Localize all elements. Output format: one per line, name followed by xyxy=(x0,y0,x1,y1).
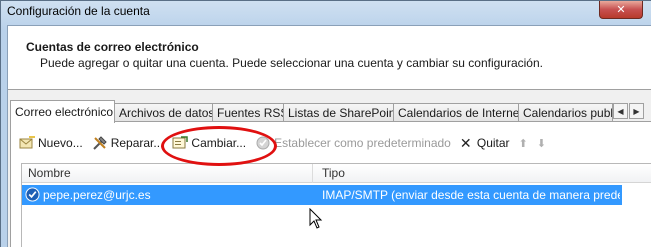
account-toolbar: Nuevo... Reparar... Cambiar... Establece… xyxy=(19,133,555,153)
header-title: Cuentas de correo electrónico xyxy=(26,40,199,54)
tab-archivos-de-datos[interactable]: Archivos de datos xyxy=(114,103,213,122)
repair-button[interactable]: Reparar... xyxy=(92,135,164,151)
title-bar[interactable]: Configuración de la cuenta ✕ xyxy=(1,1,651,25)
header-panel: Cuentas de correo electrónico Puede agre… xyxy=(8,26,651,90)
window-title: Configuración de la cuenta xyxy=(7,4,150,18)
tab-strip: Correo electrónico Archivos de datos Fue… xyxy=(8,100,651,123)
remove-x-icon: ✕ xyxy=(459,134,472,151)
column-header-name[interactable]: Nombre xyxy=(28,166,71,180)
account-name-cell: pepe.perez@urjc.es xyxy=(43,188,151,202)
column-header-type[interactable]: Tipo xyxy=(322,166,345,180)
set-default-button[interactable]: Establecer como predeterminado xyxy=(255,135,451,151)
chevron-left-icon: ◀ xyxy=(617,106,624,116)
dialog-client-area: Cuentas de correo electrónico Puede agre… xyxy=(7,25,651,247)
chevron-right-icon: ▶ xyxy=(633,106,640,116)
move-up-button[interactable]: ⬆ xyxy=(519,137,528,150)
move-down-button[interactable]: ⬇ xyxy=(537,137,546,150)
account-row[interactable]: pepe.perez@urjc.es IMAP/SMTP (enviar des… xyxy=(22,185,622,205)
tab-listas-de-sharepoint[interactable]: Listas de SharePoint xyxy=(283,103,394,122)
repair-tools-icon xyxy=(92,136,107,150)
arrow-down-icon: ⬇ xyxy=(536,137,546,150)
set-default-button-label: Establecer como predeterminado xyxy=(274,136,451,150)
mouse-pointer-icon xyxy=(309,208,323,229)
close-button[interactable]: ✕ xyxy=(599,1,643,19)
checkmark-circle-icon xyxy=(256,136,270,150)
new-button[interactable]: Nuevo... xyxy=(19,135,83,151)
account-settings-window: Configuración de la cuenta ✕ Cuentas de … xyxy=(0,0,651,247)
close-icon: ✕ xyxy=(616,4,626,16)
email-tab-panel: Nuevo... Reparar... Cambiar... Establece… xyxy=(10,121,651,247)
tab-fuentes-rss[interactable]: Fuentes RSS xyxy=(212,103,284,122)
column-separator[interactable] xyxy=(312,164,313,183)
tab-calendarios-de-internet[interactable]: Calendarios de Internet xyxy=(393,103,519,122)
account-type-cell: IMAP/SMTP (enviar desde esta cuenta de m… xyxy=(322,188,620,202)
remove-button[interactable]: ✕ Quitar xyxy=(460,135,510,152)
tab-scroll-controls: ◀ ▶ xyxy=(613,103,644,119)
list-header: Nombre Tipo xyxy=(22,164,651,183)
change-button-label: Cambiar... xyxy=(191,136,247,150)
new-button-label: Nuevo... xyxy=(38,136,83,150)
new-mail-icon xyxy=(19,136,35,149)
change-button[interactable]: Cambiar... xyxy=(172,135,246,151)
default-account-check-icon xyxy=(25,187,40,202)
tab-scroll-right-button[interactable]: ▶ xyxy=(629,103,644,119)
arrow-up-icon: ⬆ xyxy=(518,137,528,150)
repair-button-label: Reparar... xyxy=(110,136,164,150)
tab-scroll-left-button[interactable]: ◀ xyxy=(613,103,628,119)
tab-calendarios-publicados[interactable]: Calendarios publi xyxy=(518,103,613,122)
remove-button-label: Quitar xyxy=(476,136,510,150)
tab-correo-electronico[interactable]: Correo electrónico xyxy=(10,100,115,123)
accounts-list: Nombre Tipo pepe.perez@urjc.es IMAP/SMTP… xyxy=(21,163,651,247)
change-account-icon xyxy=(172,136,189,149)
header-description: Puede agregar o quitar una cuenta. Puede… xyxy=(40,56,543,70)
